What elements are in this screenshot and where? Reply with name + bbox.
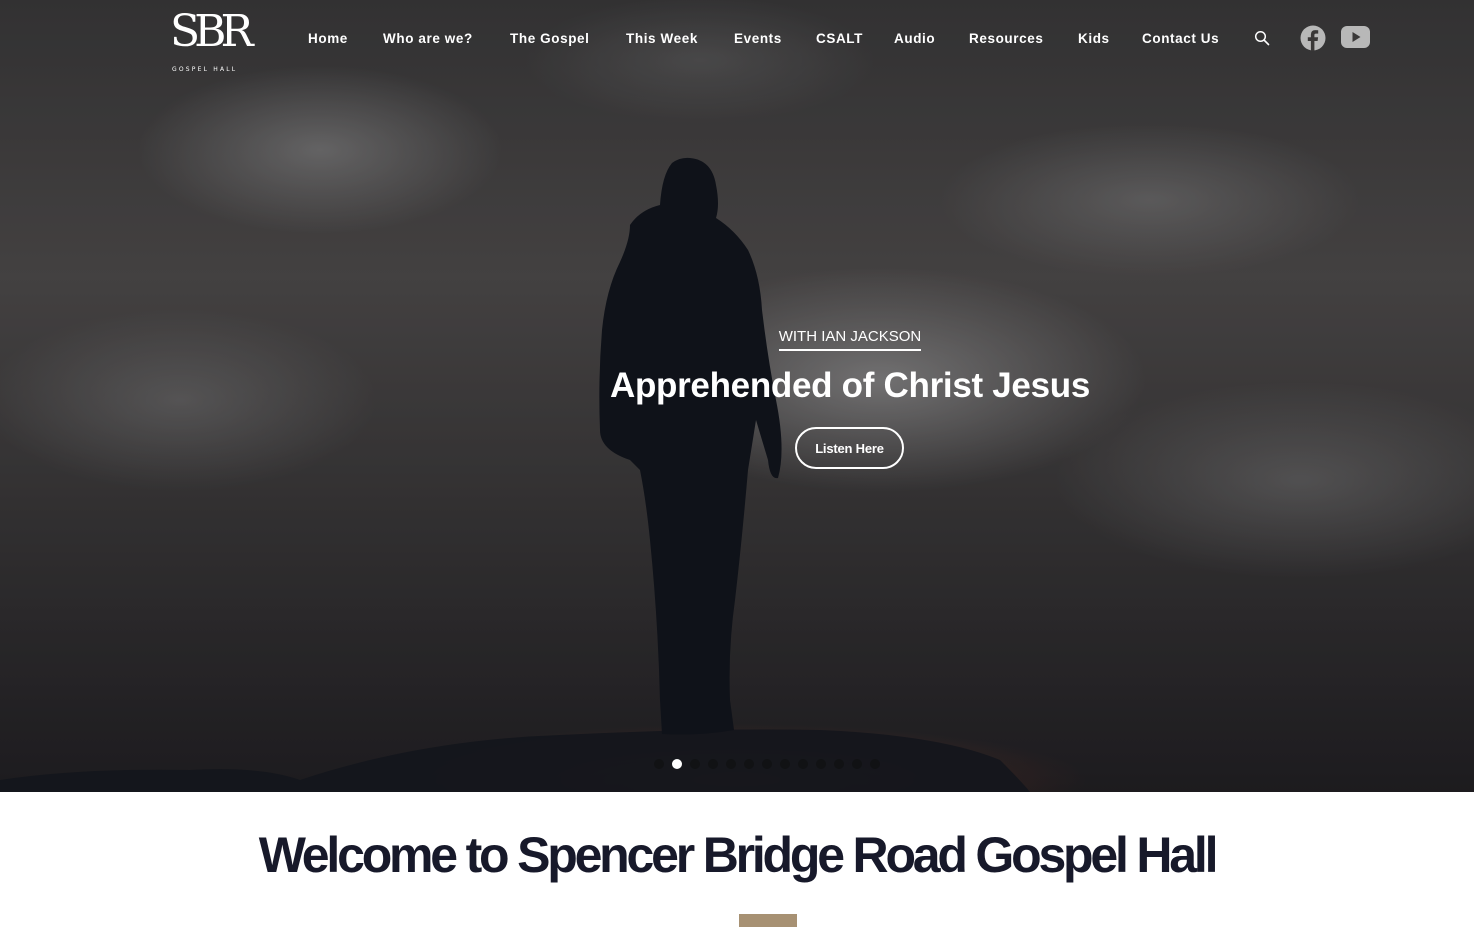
slider-dot[interactable]	[672, 759, 682, 769]
nav-item-events[interactable]: Events	[734, 30, 782, 48]
nav-item-home[interactable]: Home	[308, 30, 348, 48]
site-logo[interactable]: SBR GOSPEL HALL	[168, 4, 254, 76]
logo-subtitle: GOSPEL HALL	[172, 66, 238, 73]
nav-item-audio[interactable]: Audio	[894, 30, 935, 48]
search-icon[interactable]	[1254, 30, 1270, 46]
slider-dot[interactable]	[870, 759, 880, 769]
slider-dot[interactable]	[708, 759, 718, 769]
listen-here-button[interactable]: Listen Here	[795, 427, 904, 469]
site-header: SBR GOSPEL HALL Home Who are we? The Gos…	[0, 0, 1474, 80]
slider-dot[interactable]	[690, 759, 700, 769]
nav-item-csalt[interactable]: CSALT	[816, 30, 863, 48]
slider-dot[interactable]	[834, 759, 844, 769]
heading-accent-bar	[739, 914, 797, 927]
slider-dot[interactable]	[852, 759, 862, 769]
slider-dot[interactable]	[780, 759, 790, 769]
welcome-heading: Welcome to Spencer Bridge Road Gospel Ha…	[258, 827, 1219, 883]
slide-subtitle: WITH IAN JACKSON	[0, 328, 1474, 351]
nav-item-the-gospel[interactable]: The Gospel	[510, 30, 590, 48]
slider-dot[interactable]	[654, 759, 664, 769]
nav-item-this-week[interactable]: This Week	[626, 30, 698, 48]
nav-item-who-are-we[interactable]: Who are we?	[383, 30, 473, 48]
nav-item-kids[interactable]: Kids	[1078, 30, 1110, 48]
slider-dot[interactable]	[744, 759, 754, 769]
nav-item-contact-us[interactable]: Contact Us	[1142, 30, 1219, 48]
slide-title: Apprehended of Christ Jesus	[609, 366, 1091, 405]
slide-subtitle-text: WITH IAN JACKSON	[778, 328, 922, 351]
slider-dot[interactable]	[726, 759, 736, 769]
slider-dot[interactable]	[816, 759, 826, 769]
facebook-icon[interactable]	[1300, 25, 1326, 51]
slider-dot[interactable]	[762, 759, 772, 769]
nav-item-resources[interactable]: Resources	[969, 30, 1043, 48]
logo-mark: SBR	[170, 6, 254, 57]
slider-dot[interactable]	[798, 759, 808, 769]
youtube-icon[interactable]	[1341, 26, 1370, 48]
